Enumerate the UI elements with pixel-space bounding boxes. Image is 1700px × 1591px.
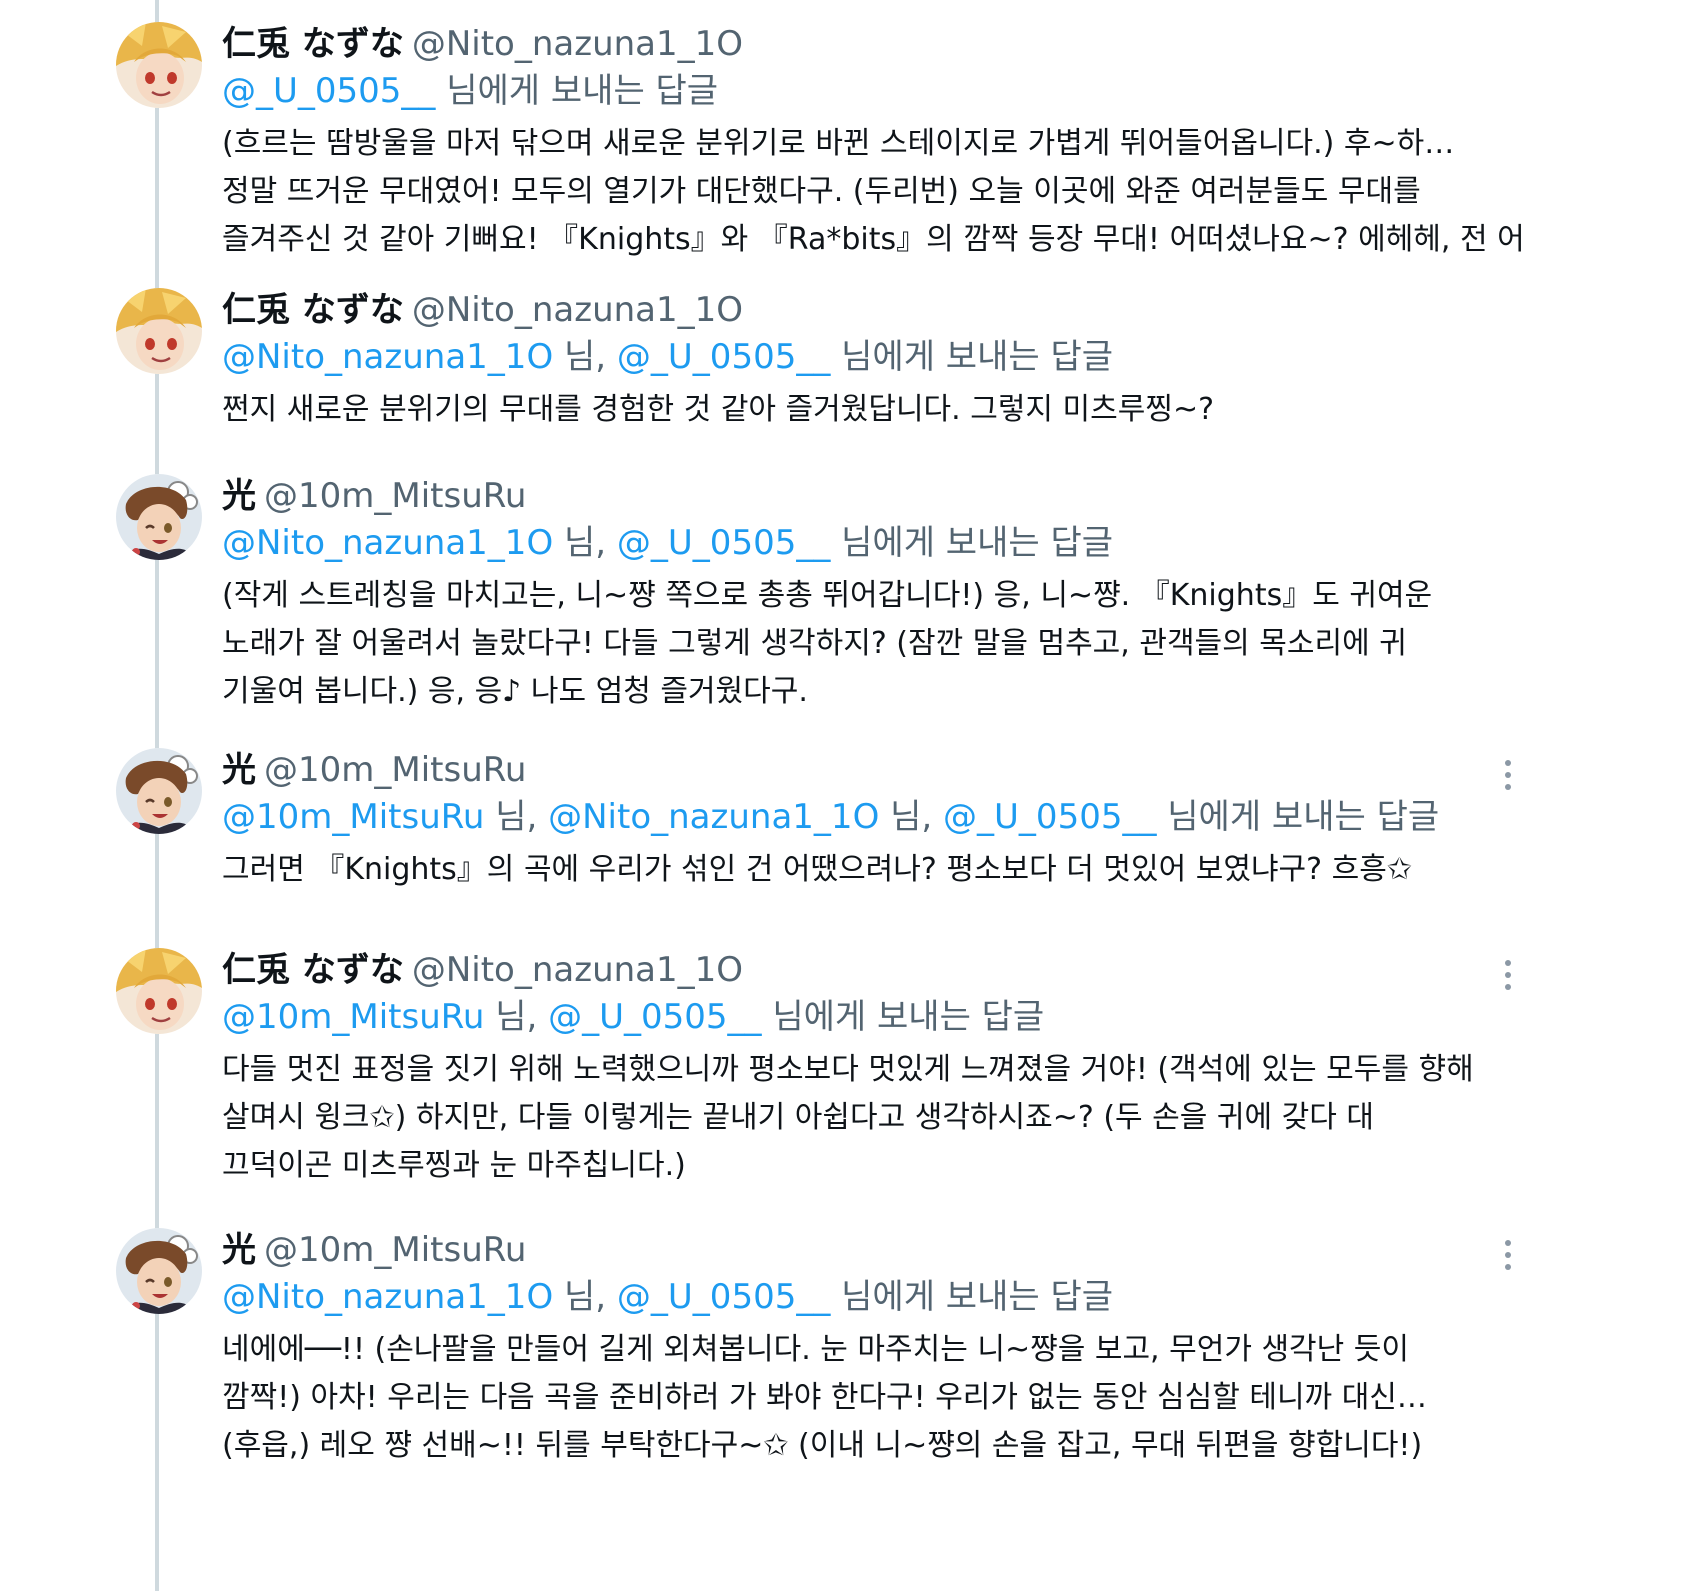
mention-separator: 님, bbox=[495, 997, 538, 1037]
mention-link[interactable]: @_U_0505__ bbox=[617, 1277, 830, 1317]
mention-link[interactable]: @Nito_nazuna1_1O bbox=[222, 337, 553, 377]
mention-link[interactable]: @Nito_nazuna1_1O bbox=[222, 1277, 553, 1317]
replying-suffix: 님에게 보내는 답글 bbox=[772, 997, 1045, 1037]
reply-content: 光 @10m_MitsuRu @Nito_nazuna1_1O 님, @_U_050… bbox=[222, 474, 1560, 716]
replying-to-line: @10m_MitsuRu 님, @Nito_nazuna1_1O 님, @_U_… bbox=[222, 794, 1560, 840]
tweet-text: 네에에──!! (손나팔을 만들어 길게 외쳐봅니다. 눈 마주치는 니~쨩을 … bbox=[222, 1326, 1560, 1470]
mention-link[interactable]: @Nito_nazuna1_1O bbox=[548, 797, 879, 837]
avatar[interactable] bbox=[116, 748, 202, 834]
tweet-text-line: 정말 뜨거운 무대였어! 모두의 열기가 대단했다구. (두리번) 오늘 이곳에… bbox=[222, 174, 1421, 209]
tweet-text: 다들 멋진 표정을 짓기 위해 노력했으니까 평소보다 멋있게 느껴졌을 거야!… bbox=[222, 1046, 1560, 1190]
reply-header: 光 @10m_MitsuRu bbox=[222, 474, 1560, 518]
mention-separator: 님, bbox=[495, 797, 538, 837]
more-options-icon[interactable] bbox=[1502, 960, 1514, 994]
tweet-text: (작게 스트레칭을 마치고는, 니~쨩 쪽으로 총총 뛰어갑니다!) 응, 니~… bbox=[222, 572, 1560, 716]
display-name[interactable]: 光 bbox=[222, 1230, 256, 1270]
reply-header: 仁兎 なずな @Nito_nazuna1_1O bbox=[222, 22, 1560, 66]
nazuna-avatar bbox=[116, 288, 202, 374]
reply-content: 仁兎 なずな @Nito_nazuna1_1O @10m_MitsuRu 님, @_… bbox=[222, 948, 1560, 1190]
tweet-text-line: 다들 멋진 표정을 짓기 위해 노력했으니까 평소보다 멋있게 느껴졌을 거야!… bbox=[222, 1052, 1474, 1087]
display-name[interactable]: 光 bbox=[222, 476, 256, 516]
tweet-text-line: 노래가 잘 어울려서 놀랐다구! 다들 그렇게 생각하지? (잠깐 말을 멈추고… bbox=[222, 626, 1407, 661]
replying-suffix: 님에게 보내는 답글 bbox=[446, 71, 719, 111]
mention-link[interactable]: @_U_0505__ bbox=[617, 337, 830, 377]
display-name[interactable]: 仁兎 なずな bbox=[222, 290, 404, 330]
tweet-text-line: 살며시 윙크✩) 하지만, 다들 이렇게는 끝내기 아쉽다고 생각하시죠~? (… bbox=[222, 1100, 1374, 1135]
tweet-text-line: 즐겨주신 것 같아 기뻐요! 『Knights』와 『Ra*bits』의 깜짝 … bbox=[222, 222, 1525, 257]
reply-content: 仁兎 なずな @Nito_nazuna1_1O @Nito_nazuna1_1O 님… bbox=[222, 288, 1560, 434]
display-name[interactable]: 仁兎 なずな bbox=[222, 24, 404, 64]
reply-header: 仁兎 なずな @Nito_nazuna1_1O bbox=[222, 948, 1560, 992]
avatar[interactable] bbox=[116, 1228, 202, 1314]
reply-header: 光 @10m_MitsuRu bbox=[222, 1228, 1560, 1272]
mention-link[interactable]: @_U_0505__ bbox=[943, 797, 1156, 837]
replying-to-line: @Nito_nazuna1_1O 님, @_U_0505__ 님에게 보내는 답… bbox=[222, 1274, 1560, 1320]
tweet-text: 그러면 『Knights』의 곡에 우리가 섞인 건 어땠으려나? 평소보다 더… bbox=[222, 846, 1560, 894]
tweet-text-line: 그러면 『Knights』의 곡에 우리가 섞인 건 어땠으려나? 평소보다 더… bbox=[222, 852, 1412, 887]
display-name[interactable]: 光 bbox=[222, 750, 256, 790]
mention-link[interactable]: @Nito_nazuna1_1O bbox=[222, 523, 553, 563]
tweet-text-line: 기울여 봅니다.) 응, 응♪ 나도 엄청 즐거웠다구. bbox=[222, 674, 808, 709]
reply-content: 仁兎 なずな @Nito_nazuna1_1O @_U_0505__ 님에게 보내는… bbox=[222, 22, 1560, 264]
tweet-text-line: 끄덕이곤 미츠루찡과 눈 마주칩니다.) bbox=[222, 1148, 686, 1183]
replying-suffix: 님에게 보내는 답글 bbox=[1167, 797, 1440, 837]
mention-link[interactable]: @_U_0505__ bbox=[222, 71, 435, 111]
reply-header: 光 @10m_MitsuRu bbox=[222, 748, 1560, 792]
mention-separator: 님, bbox=[890, 797, 933, 837]
tweet-text-line: (흐르는 땀방울을 마저 닦으며 새로운 분위기로 바뀐 스테이지로 가볍게 뛰… bbox=[222, 126, 1455, 161]
user-handle[interactable]: @Nito_nazuna1_1O bbox=[412, 290, 743, 330]
replying-to-line: @Nito_nazuna1_1O 님, @_U_0505__ 님에게 보내는 답… bbox=[222, 520, 1560, 566]
tweet-text: 쩐지 새로운 분위기의 무대를 경험한 것 같아 즐거웠답니다. 그렇지 미츠루… bbox=[222, 386, 1560, 434]
replying-suffix: 님에게 보내는 답글 bbox=[841, 337, 1114, 377]
tweet-text-line: 깜짝!) 아차! 우리는 다음 곡을 준비하러 가 봐야 한다구! 우리가 없는… bbox=[222, 1380, 1427, 1415]
more-options-icon[interactable] bbox=[1502, 1240, 1514, 1274]
user-handle[interactable]: @10m_MitsuRu bbox=[264, 750, 526, 790]
reply-content: 光 @10m_MitsuRu @Nito_nazuna1_1O 님, @_U_050… bbox=[222, 1228, 1560, 1470]
avatar[interactable] bbox=[116, 288, 202, 374]
tweet-text-line: 네에에──!! (손나팔을 만들어 길게 외쳐봅니다. 눈 마주치는 니~쨩을 … bbox=[222, 1332, 1409, 1367]
avatar[interactable] bbox=[116, 22, 202, 108]
reply-content: 光 @10m_MitsuRu @10m_MitsuRu 님, @Nito_nazun… bbox=[222, 748, 1560, 894]
tweet-text-line: (작게 스트레칭을 마치고는, 니~쨩 쪽으로 총총 뛰어갑니다!) 응, 니~… bbox=[222, 578, 1433, 613]
mitsuru-avatar bbox=[116, 1228, 202, 1314]
user-handle[interactable]: @Nito_nazuna1_1O bbox=[412, 950, 743, 990]
mention-link[interactable]: @10m_MitsuRu bbox=[222, 997, 484, 1037]
user-handle[interactable]: @Nito_nazuna1_1O bbox=[412, 24, 743, 64]
user-handle[interactable]: @10m_MitsuRu bbox=[264, 1230, 526, 1270]
mention-link[interactable]: @_U_0505__ bbox=[548, 997, 761, 1037]
nazuna-avatar bbox=[116, 948, 202, 1034]
replying-to-line: @_U_0505__ 님에게 보내는 답글 bbox=[222, 68, 1560, 114]
more-options-icon[interactable] bbox=[1502, 760, 1514, 794]
replying-to-line: @10m_MitsuRu 님, @_U_0505__ 님에게 보내는 답글 bbox=[222, 994, 1560, 1040]
mention-separator: 님, bbox=[564, 523, 607, 563]
user-handle[interactable]: @10m_MitsuRu bbox=[264, 476, 526, 516]
mention-link[interactable]: @10m_MitsuRu bbox=[222, 797, 484, 837]
mitsuru-avatar bbox=[116, 474, 202, 560]
tweet-text-line: (후읍,) 레오 쨩 선배~!! 뒤를 부탁한다구~✩ (이내 니~쨩의 손을 … bbox=[222, 1428, 1423, 1463]
mention-separator: 님, bbox=[564, 337, 607, 377]
mention-separator: 님, bbox=[564, 1277, 607, 1317]
mention-link[interactable]: @_U_0505__ bbox=[617, 523, 830, 563]
display-name[interactable]: 仁兎 なずな bbox=[222, 950, 404, 990]
reply-header: 仁兎 なずな @Nito_nazuna1_1O bbox=[222, 288, 1560, 332]
replying-suffix: 님에게 보내는 답글 bbox=[841, 523, 1114, 563]
nazuna-avatar bbox=[116, 22, 202, 108]
avatar[interactable] bbox=[116, 948, 202, 1034]
replying-suffix: 님에게 보내는 답글 bbox=[841, 1277, 1114, 1317]
tweet-text-line: 쩐지 새로운 분위기의 무대를 경험한 것 같아 즐거웠답니다. 그렇지 미츠루… bbox=[222, 392, 1215, 427]
avatar[interactable] bbox=[116, 474, 202, 560]
tweet-text: (흐르는 땀방울을 마저 닦으며 새로운 분위기로 바뀐 스테이지로 가볍게 뛰… bbox=[222, 120, 1560, 264]
replying-to-line: @Nito_nazuna1_1O 님, @_U_0505__ 님에게 보내는 답… bbox=[222, 334, 1560, 380]
mitsuru-avatar bbox=[116, 748, 202, 834]
